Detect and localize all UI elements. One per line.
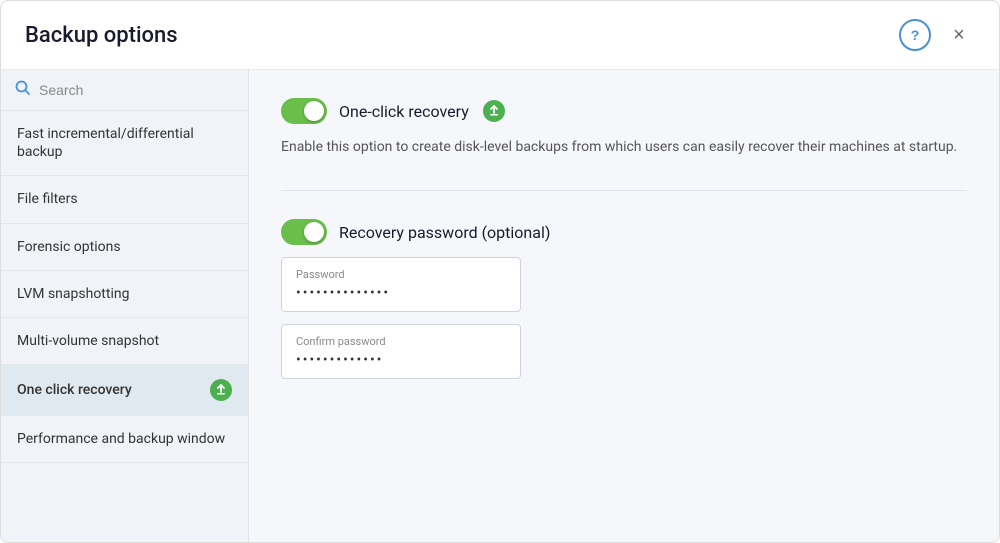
one-click-recovery-label: One-click recovery [339,102,469,121]
search-row [1,70,248,111]
toggle-slider [281,98,327,124]
recovery-password-header: Recovery password (optional) [281,219,967,245]
one-click-recovery-header-badge [483,100,505,122]
header-actions: ? × [899,19,975,51]
one-click-recovery-section: One-click recovery Enable this option to… [281,98,967,158]
section-divider [281,190,967,191]
sidebar-item-fast-incremental[interactable]: Fast incremental/differential backup [1,111,248,176]
sidebar-item-performance-backup-window[interactable]: Performance and backup window [1,416,248,463]
password-dots[interactable]: •••••••••••••• [296,285,506,301]
password-field-label: Password [296,268,506,281]
sidebar-item-label: Forensic options [17,238,121,256]
sidebar-item-label: Performance and backup window [17,430,225,448]
sidebar-item-label: One click recovery [17,381,132,399]
sidebar-item-forensic-options[interactable]: Forensic options [1,224,248,271]
help-button[interactable]: ? [899,19,931,51]
dialog-header: Backup options ? × [1,1,999,70]
sidebar-item-file-filters[interactable]: File filters [1,176,248,223]
close-button[interactable]: × [943,19,975,51]
sidebar-item-lvm-snapshotting[interactable]: LVM snapshotting [1,271,248,318]
main-content: One-click recovery Enable this option to… [249,70,999,542]
one-click-recovery-header: One-click recovery [281,98,967,124]
password-fields: Password •••••••••••••• Confirm password… [281,257,967,379]
password-field-box: Password •••••••••••••• [281,257,521,312]
sidebar-item-label: Multi-volume snapshot [17,332,159,350]
confirm-password-field-label: Confirm password [296,335,506,348]
toggle-slider-password [281,219,327,245]
search-input[interactable] [39,82,234,98]
dialog-body: Fast incremental/differential backup Fil… [1,70,999,542]
one-click-recovery-badge [210,379,232,401]
sidebar-item-label: File filters [17,190,78,208]
dialog-title: Backup options [25,23,178,48]
sidebar-item-multi-volume-snapshot[interactable]: Multi-volume snapshot [1,318,248,365]
recovery-password-label: Recovery password (optional) [339,223,550,242]
confirm-password-field-box: Confirm password ••••••••••••• [281,324,521,379]
sidebar-nav: Fast incremental/differential backup Fil… [1,111,248,542]
one-click-recovery-description: Enable this option to create disk-level … [281,136,961,158]
recovery-password-section: Recovery password (optional) Password ••… [281,219,967,379]
confirm-password-dots[interactable]: ••••••••••••• [296,352,506,368]
recovery-password-toggle[interactable] [281,219,327,245]
sidebar-item-one-click-recovery[interactable]: One click recovery [1,365,248,416]
sidebar: Fast incremental/differential backup Fil… [1,70,249,542]
search-icon [15,80,31,100]
backup-options-dialog: Backup options ? × [0,0,1000,543]
sidebar-item-label: Fast incremental/differential backup [17,125,232,161]
close-icon: × [953,24,965,47]
one-click-recovery-toggle[interactable] [281,98,327,124]
help-icon: ? [911,27,920,43]
sidebar-item-label: LVM snapshotting [17,285,129,303]
